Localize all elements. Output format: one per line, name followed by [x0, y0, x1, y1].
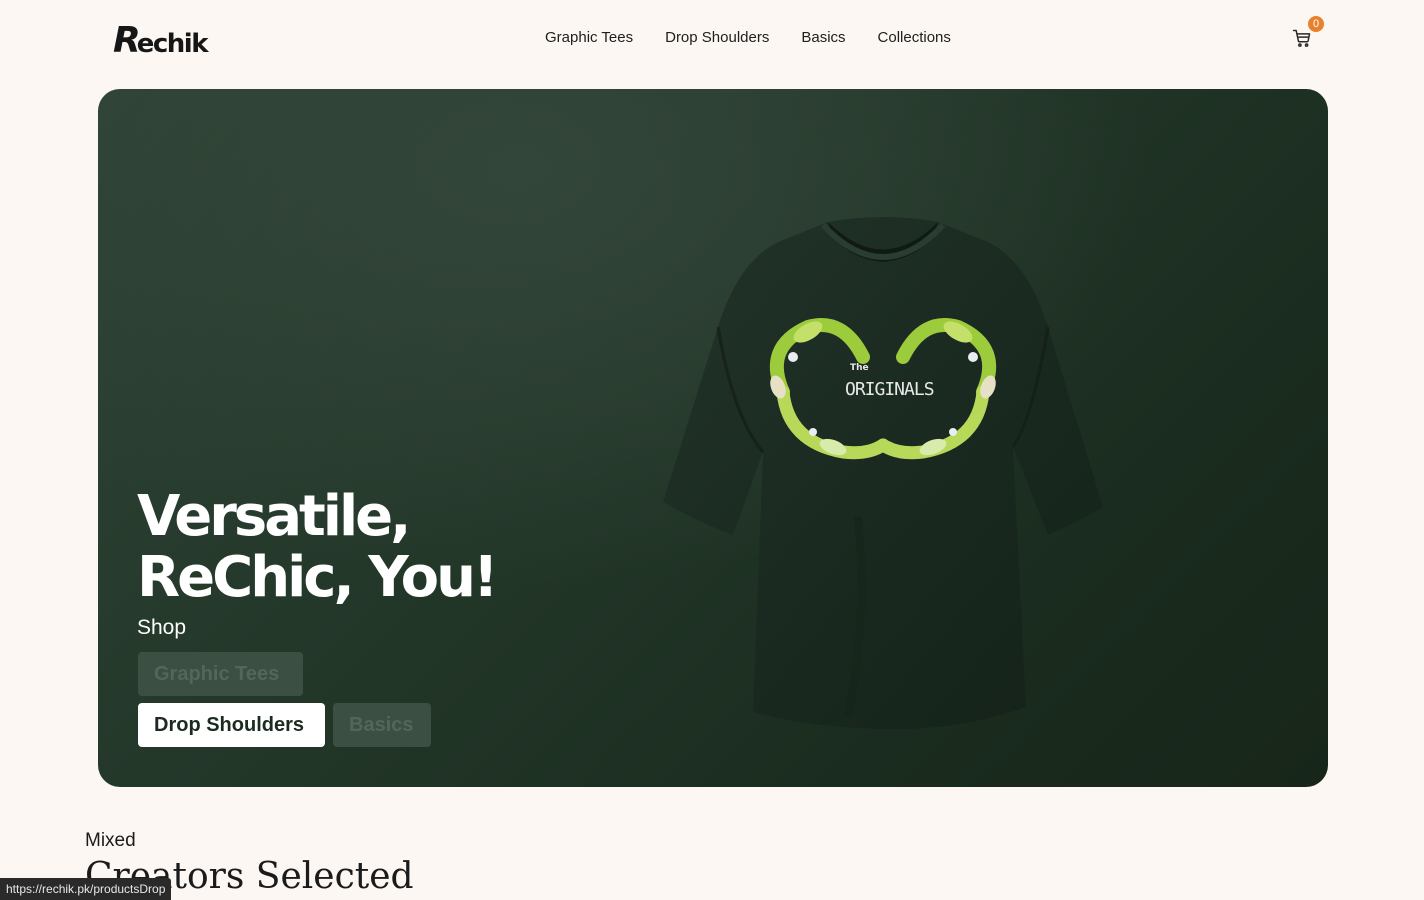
cart-count-badge: 0: [1308, 16, 1324, 32]
cart-icon: [1292, 29, 1311, 47]
tshirt-print-small-text: The: [850, 363, 869, 373]
shop-drop-shoulders-button[interactable]: Drop Shoulders: [138, 703, 325, 747]
logo-rest: echik: [136, 29, 209, 59]
cart-button[interactable]: [1292, 28, 1312, 48]
page: Rechik Graphic Tees Drop Shoulders Basic…: [0, 0, 1424, 900]
logo-text: Rechik: [113, 20, 209, 61]
shop-graphic-tees-button[interactable]: Graphic Tees: [138, 652, 303, 696]
shop-basics-button[interactable]: Basics: [333, 703, 431, 747]
tshirt-image: The ORIGINALS: [658, 217, 1108, 737]
hero-title-line-2: ReChic, You!: [137, 545, 499, 610]
tshirt-print-large-text: ORIGINALS: [845, 379, 934, 400]
nav-graphic-tees[interactable]: Graphic Tees: [545, 29, 633, 47]
nav-basics[interactable]: Basics: [801, 29, 845, 47]
hero-banner: Versatile, ReChic, You! Shop Graphic Tee…: [98, 89, 1328, 787]
logo-initial: R: [113, 20, 141, 61]
nav-drop-shoulders[interactable]: Drop Shoulders: [665, 29, 769, 47]
logo[interactable]: Rechik: [113, 19, 209, 61]
main-nav: Graphic Tees Drop Shoulders Basics Colle…: [545, 29, 951, 47]
shop-label: Shop: [137, 616, 187, 639]
status-bar-url: https://rechik.pk/productsDrop: [0, 878, 172, 900]
hero-title-line-1: Versatile,: [137, 484, 411, 549]
nav-collections[interactable]: Collections: [878, 29, 951, 47]
hero-title: Versatile, ReChic, You!: [137, 486, 557, 608]
section-eyebrow: Mixed: [85, 830, 136, 851]
